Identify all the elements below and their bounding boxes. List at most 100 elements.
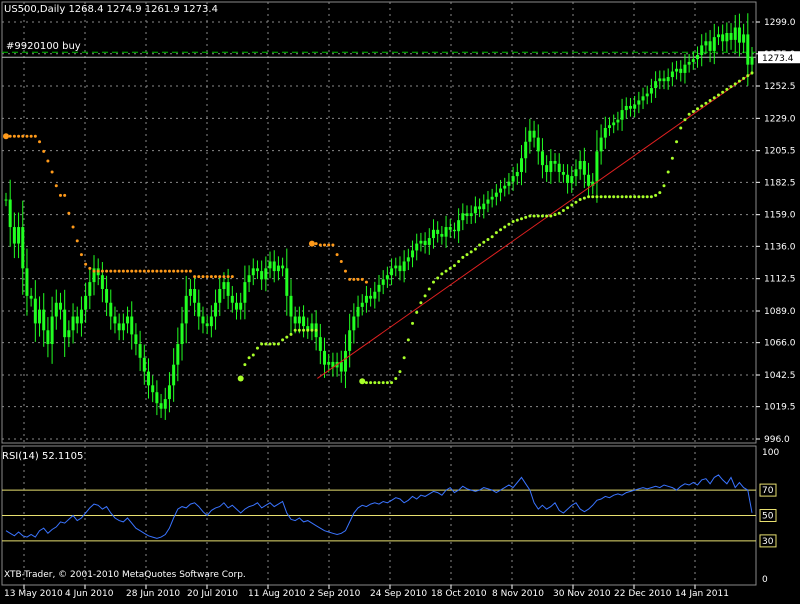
candle-body [343,350,347,372]
candle-body [675,68,679,72]
trailing-point [109,269,113,273]
trailing-point [666,170,670,174]
ohlc-values: 1268.4 1274.9 1261.9 1273.4 [68,4,218,15]
candle-body [687,61,691,65]
candle-body [289,295,293,317]
trailing-point [624,195,628,199]
candle-body [117,323,121,331]
trailing-point [519,217,523,221]
trailing-point [742,76,746,80]
trailing-series-trailing-upper [3,133,234,279]
trailing-point [402,356,406,360]
candle-body [318,337,322,351]
candle-body [561,172,565,175]
candle-body [645,93,649,97]
trailing-point [545,214,549,218]
candle-body [679,68,683,73]
candle-body [79,309,83,324]
trailing-point [490,235,494,239]
trailing-point [159,269,163,273]
trailing-point [687,112,691,116]
trailing-point [612,195,616,199]
candle-body [700,45,704,56]
candle-body [159,403,163,409]
trailing-point [431,280,435,284]
candle-body [482,203,486,210]
trailing-point [17,134,21,138]
candle-body [490,196,494,200]
candle-body [29,295,33,299]
trailing-point [323,243,327,247]
chart-window[interactable]: 1299.01275.91252.51229.01205.51182.51159… [0,0,800,600]
trailing-point [155,269,159,273]
candle-body [587,174,591,186]
trailing-point [184,269,188,273]
trailing-point [339,259,343,263]
time-tick-label: 30 Nov 2010 [553,589,611,599]
trailing-point [302,328,306,332]
trailing-series-trailing-lower [359,71,754,385]
trailing-point [100,269,104,273]
candle-body [8,199,12,228]
candle-body [733,27,737,40]
candle-body [88,282,92,296]
trailing-point [364,381,368,385]
trailing-point [29,134,33,138]
rsi-tick-label: 30 [762,537,774,547]
candle-body [402,261,406,272]
candle-body [100,275,104,289]
candle-body [167,385,171,400]
trailing-point [243,363,247,367]
trailing-point [381,381,385,385]
trailing-point [25,134,29,138]
price-chart-svg[interactable]: 1299.01275.91252.51229.01205.51182.51159… [0,0,800,600]
candle-body [712,37,716,51]
trailing-point [42,149,46,153]
copyright-text: XTB-Trader, © 2001-2010 MetaQuotes Softw… [4,570,246,580]
trailing-point [126,269,130,273]
trailing-point [268,342,272,346]
candle-body [348,330,352,351]
trailing-point [394,376,398,380]
trailing-point [737,79,741,83]
candle-body [109,302,113,317]
candle-body [658,78,662,82]
trendline [317,72,753,379]
candle-body [188,288,192,296]
trailing-point [591,195,595,199]
trailing-point [444,269,448,273]
time-tick-label: 24 Sep 2010 [370,589,427,599]
candle-body [385,275,389,280]
trailing-point [247,356,251,360]
trailing-point [272,342,276,346]
candle-body [323,350,327,365]
candle-body [742,34,746,43]
trailing-point [499,228,503,232]
time-tick-label: 2 Sep 2010 [309,589,361,599]
candle-body [666,77,670,82]
candle-body [721,34,725,42]
candle-body [276,265,280,272]
price-tick-label: 1089.0 [764,307,796,317]
trailing-point [281,338,285,342]
trailing-point [654,193,658,197]
candle-body [54,302,58,317]
trailing-point [167,269,171,273]
candle-body [683,64,687,73]
time-tick-label: 11 Aug 2010 [248,589,306,599]
trailing-point [587,195,591,199]
trailing-point [411,321,415,325]
candle-body [457,220,461,232]
rsi-tick-label: 100 [762,448,779,458]
candle-body [272,261,276,272]
time-tick-label: 14 Jan 2011 [675,589,729,599]
candle-body [46,330,50,345]
trailing-point [46,159,50,163]
candle-body [176,344,180,365]
trailing-point [469,250,473,254]
trailing-point [465,253,469,257]
price-pane-frame [1,1,757,444]
trailing-point [457,259,461,263]
trailing-point [218,275,222,279]
trailing-point [700,104,704,108]
